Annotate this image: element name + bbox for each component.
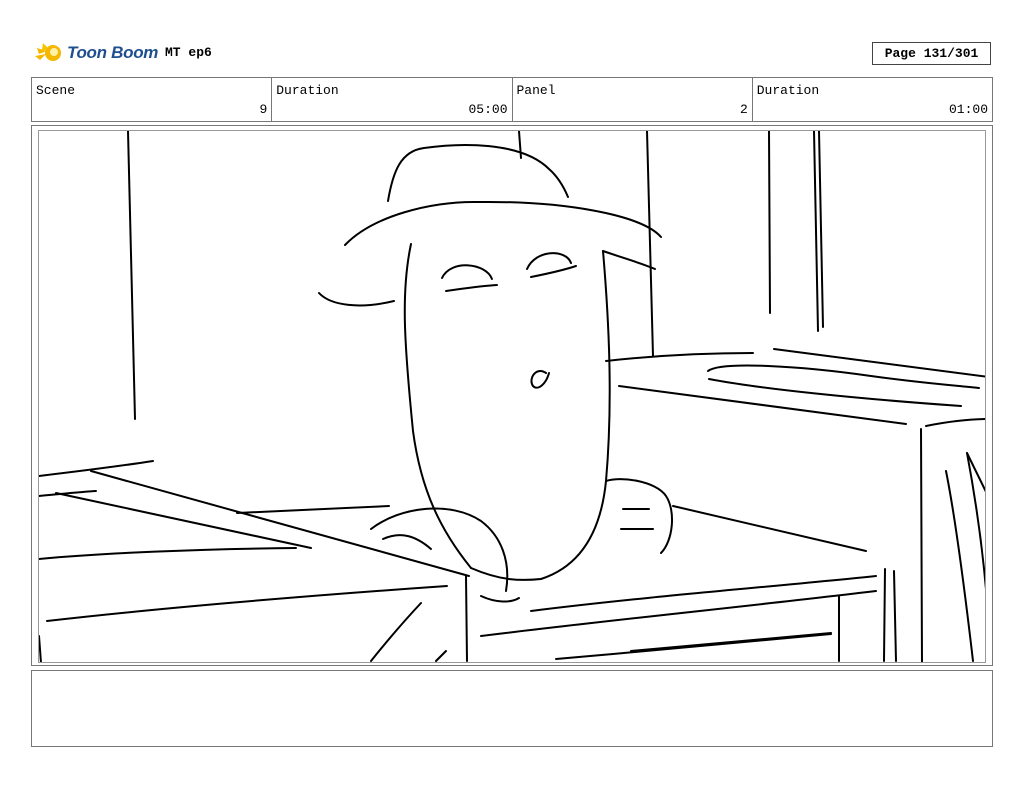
panel-duration-value: 01:00	[948, 102, 988, 117]
panel-duration-cell: Duration 01:00	[753, 78, 992, 121]
scene-value: 9	[259, 102, 268, 117]
panel-label: Panel	[516, 83, 556, 98]
page-number: Page 131/301	[872, 42, 991, 65]
logo-text: Toon Boom	[67, 43, 159, 62]
scene-duration-label: Duration	[276, 83, 339, 98]
project-title: MT ep6	[165, 45, 212, 60]
panel-info-row: Scene 9 Duration 05:00 Panel 2 Duration …	[31, 77, 993, 122]
panel-duration-label: Duration	[756, 83, 820, 98]
storyboard-panel	[38, 130, 986, 663]
star-burst-icon	[35, 43, 61, 61]
scene-cell: Scene 9	[32, 78, 273, 121]
sketch-drawing-icon	[39, 131, 985, 662]
panel-value: 2	[739, 102, 748, 117]
scene-label: Scene	[36, 83, 76, 98]
toon-boom-logo: Toon Boom	[33, 38, 158, 68]
scene-duration-value: 05:00	[468, 102, 508, 117]
panel-cell: Panel 2	[513, 78, 753, 121]
scene-duration-cell: Duration 05:00	[272, 78, 513, 121]
panel-notes[interactable]	[31, 670, 993, 747]
